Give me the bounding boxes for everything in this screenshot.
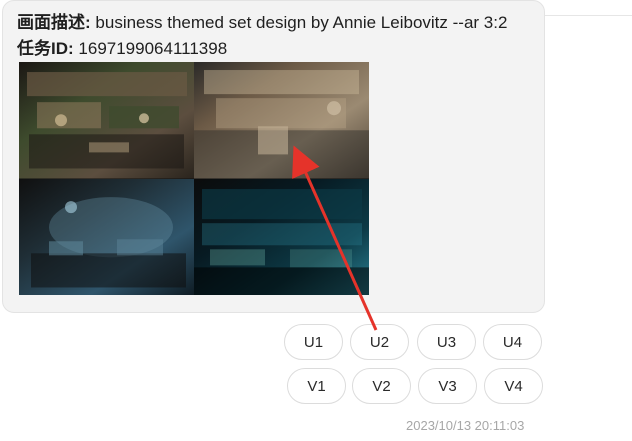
- v4-button[interactable]: V4: [484, 368, 543, 404]
- prompt-text: business themed set design by Annie Leib…: [95, 13, 508, 32]
- image-tile-2-art: [194, 62, 369, 179]
- prompt-label: 画面描述:: [17, 13, 91, 32]
- task-id-value: 1697199064111398: [78, 39, 228, 58]
- u2-button[interactable]: U2: [350, 324, 409, 360]
- image-tile-3-art: [19, 178, 194, 295]
- image-tile-3[interactable]: [19, 178, 194, 295]
- task-id-line: 任务ID: 1697199064111398: [17, 39, 227, 59]
- action-buttons: U1 U2 U3 U4 V1 V2 V3 V4: [284, 324, 546, 410]
- message-bubble: 画面描述: business themed set design by Anni…: [2, 0, 545, 313]
- image-tile-1-art: [19, 62, 194, 179]
- v1-button[interactable]: V1: [287, 368, 346, 404]
- task-id-label: 任务ID:: [17, 39, 74, 58]
- v2-button[interactable]: V2: [352, 368, 411, 404]
- u1-button[interactable]: U1: [284, 324, 343, 360]
- image-tile-1[interactable]: [19, 62, 194, 179]
- message-timestamp: 2023/10/13 20:11:03: [406, 418, 525, 433]
- v3-button[interactable]: V3: [418, 368, 477, 404]
- image-tile-2[interactable]: [194, 62, 369, 179]
- u3-button[interactable]: U3: [417, 324, 476, 360]
- prompt-line: 画面描述: business themed set design by Anni…: [17, 13, 507, 33]
- image-tile-4[interactable]: [194, 178, 369, 295]
- generated-image-grid[interactable]: [19, 62, 369, 295]
- u4-button[interactable]: U4: [483, 324, 542, 360]
- image-tile-4-art: [194, 178, 369, 295]
